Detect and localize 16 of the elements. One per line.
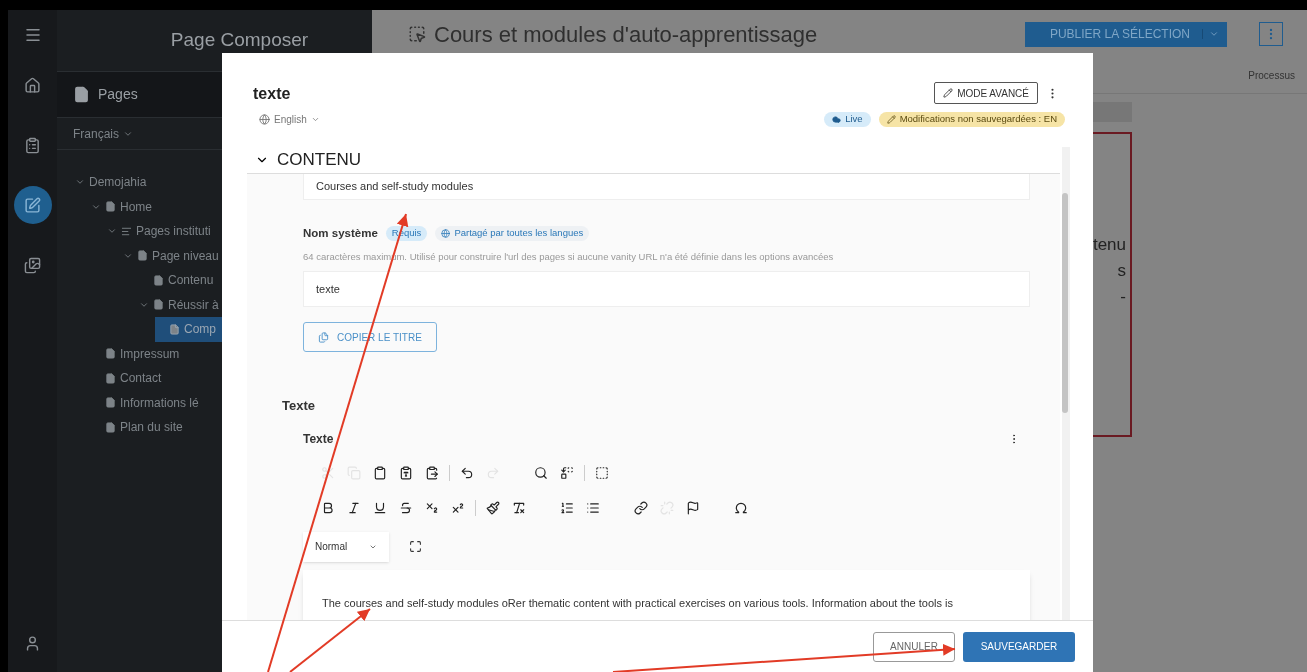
live-badge: Live: [824, 112, 871, 127]
column-header: Processus: [1248, 69, 1295, 83]
dialog-title: texte: [253, 84, 291, 104]
field-label: Texte: [303, 430, 334, 448]
preview-text: tenu: [1092, 234, 1126, 256]
section-title: Pages: [98, 85, 138, 104]
section-title: CONTENU: [277, 149, 362, 171]
field-label: Nom système: [303, 225, 378, 241]
page-title: Cours et modules d'auto-apprentissage: [434, 20, 818, 49]
body-text: The courses and self-study modules oRer thematic content with practical exercises on various tools. Information about the tools is: [322, 596, 953, 609]
preview-text: -: [1120, 286, 1126, 308]
unsaved-badge: Modifications non sauvegardées : EN: [878, 112, 1065, 127]
group-label: Texte: [282, 397, 316, 415]
app-title: Page Composer: [169, 28, 309, 53]
shared-badge: Partagé par toutes les langues: [435, 225, 590, 241]
preview-text: s: [1117, 260, 1126, 282]
